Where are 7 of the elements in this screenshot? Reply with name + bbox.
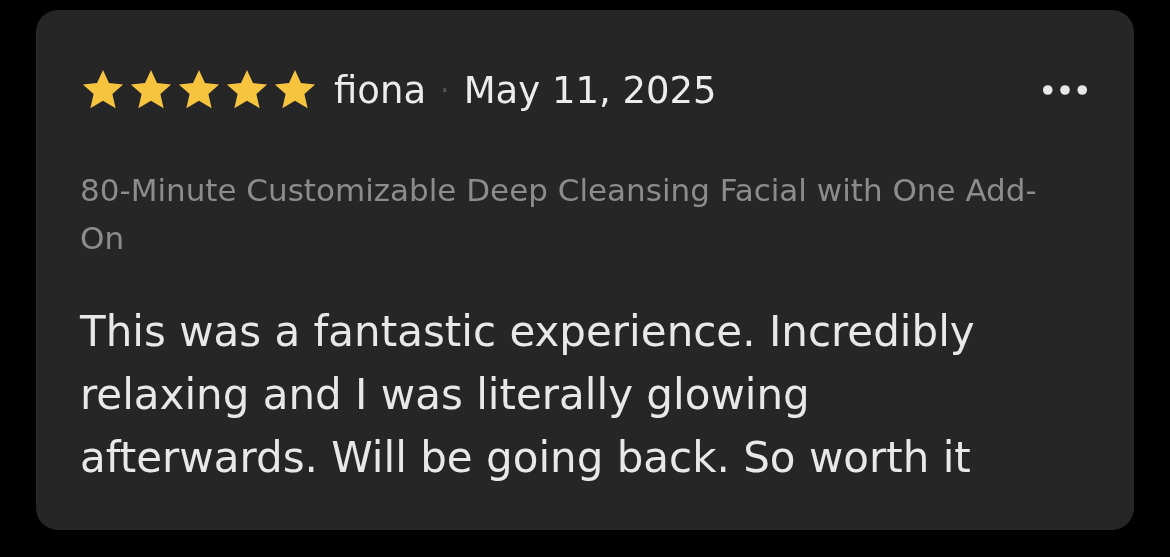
separator-dot: · — [440, 72, 450, 108]
service-name: 80-Minute Customizable Deep Cleansing Facial with One Add-On — [80, 171, 1038, 258]
reviewer-name: fiona — [334, 68, 427, 112]
review-text: This was a fantastic experience. Incredibly relaxing and I was literally glowing afterwards. Will be going back. So worth it — [80, 306, 976, 484]
review-date: May 11, 2025 — [463, 68, 717, 112]
more-options-button[interactable] — [1042, 84, 1088, 96]
more-icon — [1042, 84, 1088, 96]
